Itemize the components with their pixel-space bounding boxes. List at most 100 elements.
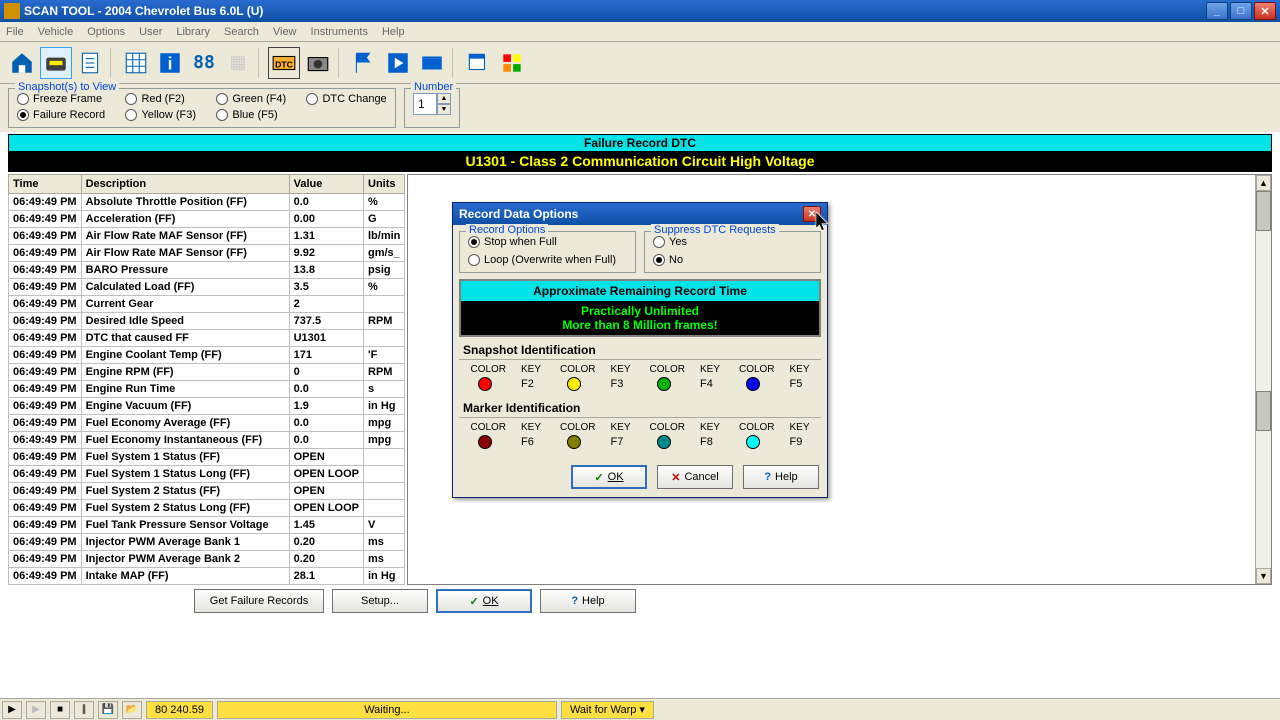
snapshot-radio-3[interactable]: DTC Change [306,93,387,105]
get-failure-records-button[interactable]: Get Failure Records [194,589,324,613]
calendar-icon[interactable]: ▦ [222,47,254,79]
table-row[interactable]: 06:49:49 PMEngine RPM (FF)0RPM [9,364,405,381]
table-row[interactable]: 06:49:49 PMDTC that caused FFU1301 [9,330,405,347]
table-row[interactable]: 06:49:49 PMFuel Economy Instantaneous (F… [9,432,405,449]
scanner-icon[interactable] [40,47,72,79]
scroll-down-icon[interactable]: ▼ [1256,568,1271,584]
spinner-up-icon[interactable]: ▲ [437,93,451,104]
col-description[interactable]: Description [81,175,289,194]
table-row[interactable]: 06:49:49 PMCurrent Gear2 [9,296,405,313]
snapshot-radio-1[interactable]: Red (F2) [125,93,196,105]
dialog-ok-button[interactable]: ✓OK [571,465,647,489]
help-button[interactable]: ?Help [540,589,636,613]
window-icon[interactable] [462,47,494,79]
col-units[interactable]: Units [364,175,405,194]
dialog-title-bar[interactable]: Record Data Options ✕ [453,203,827,225]
radio-suppress-no[interactable]: No [653,254,812,266]
table-row[interactable]: 06:49:49 PMCalculated Load (FF)3.5% [9,279,405,296]
snapshot-radio-5[interactable]: Yellow (F3) [125,109,196,121]
table-row[interactable]: 06:49:49 PMInjector PWM Average Bank 10.… [9,534,405,551]
menu-search[interactable]: Search [224,26,259,38]
number-spinner[interactable]: ▲▼ [413,93,451,115]
colorgrid-icon[interactable] [496,47,528,79]
menu-help[interactable]: Help [382,26,405,38]
spinner-down-icon[interactable]: ▼ [437,104,451,115]
suppress-dtc-group: Suppress DTC Requests Yes No [644,231,821,273]
table-row[interactable]: 06:49:49 PMEngine Vacuum (FF)1.9in Hg [9,398,405,415]
play-icon[interactable] [382,47,414,79]
table-row[interactable]: 06:49:49 PMAcceleration (FF)0.00G [9,211,405,228]
sb-save-icon[interactable]: 💾 [98,701,118,719]
table-row[interactable]: 06:49:49 PMEngine Coolant Temp (FF)171'F [9,347,405,364]
ok-button[interactable]: ✓OK [436,589,532,613]
table-row[interactable]: 06:49:49 PMFuel System 1 Status (FF)OPEN [9,449,405,466]
camera-icon[interactable] [302,47,334,79]
radio-suppress-yes[interactable]: Yes [653,236,812,248]
scroll-up-icon[interactable]: ▲ [1256,175,1271,191]
dtc-title: Failure Record DTC [9,135,1271,151]
snapshot-radio-0[interactable]: Freeze Frame [17,93,105,105]
table-row[interactable]: 06:49:49 PMBARO Pressure13.8psig [9,262,405,279]
radio-stop-when-full[interactable]: Stop when Full [468,236,627,248]
table-row[interactable]: 06:49:49 PMFuel Tank Pressure Sensor Vol… [9,517,405,534]
svg-text:i: i [168,53,173,73]
dialog-cancel-button[interactable]: ✕Cancel [657,465,733,489]
window-title: SCAN TOOL - 2004 Chevrolet Bus 6.0L (U) [24,4,1204,18]
table-row[interactable]: 06:49:49 PMAir Flow Rate MAF Sensor (FF)… [9,245,405,262]
dialog-help-button[interactable]: ?Help [743,465,819,489]
sb-stop-icon[interactable]: ■ [50,701,70,719]
check-icon: ✓ [469,595,478,608]
rec-time-title: Approximate Remaining Record Time [461,281,819,301]
minimize-button[interactable]: _ [1206,2,1228,20]
snapshot-radio-4[interactable]: Failure Record [17,109,105,121]
document-icon[interactable] [74,47,106,79]
display88-icon[interactable]: 88 [188,47,220,79]
table-row[interactable]: 06:49:49 PMInjector PWM Average Bank 20.… [9,551,405,568]
snapshot-radio-2[interactable]: Green (F4) [216,93,286,105]
close-button[interactable]: ✕ [1254,2,1276,20]
film-icon[interactable] [416,47,448,79]
info-icon[interactable]: i [154,47,186,79]
table-row[interactable]: 06:49:49 PMAir Flow Rate MAF Sensor (FF)… [9,228,405,245]
snapshot-radio-6[interactable]: Blue (F5) [216,109,286,121]
home-icon[interactable] [6,47,38,79]
ident-cell: COLORKEYF6 [463,422,549,449]
sb-play-icon[interactable]: ▶ [2,701,22,719]
table-row[interactable]: 06:49:49 PMAbsolute Throttle Position (F… [9,194,405,211]
menu-view[interactable]: View [273,26,297,38]
table-row[interactable]: 06:49:49 PMFuel Economy Average (FF)0.0m… [9,415,405,432]
menu-user[interactable]: User [139,26,162,38]
maximize-button[interactable]: □ [1230,2,1252,20]
menu-instruments[interactable]: Instruments [311,26,368,38]
table-row[interactable]: 06:49:49 PMFuel System 2 Status Long (FF… [9,500,405,517]
menu-options[interactable]: Options [87,26,125,38]
sb-pause-icon[interactable]: ∥ [74,701,94,719]
table-row[interactable]: 06:49:49 PMFuel System 1 Status Long (FF… [9,466,405,483]
menu-library[interactable]: Library [176,26,210,38]
ident-cell: COLORKEYF3 [553,364,639,391]
radio-loop-overwrite[interactable]: Loop (Overwrite when Full) [468,254,627,266]
table-row[interactable]: 06:49:49 PMIntake MAP (FF)28.1in Hg [9,568,405,585]
table-row[interactable]: 06:49:49 PMDesired Idle Speed737.5RPM [9,313,405,330]
flag-icon[interactable] [348,47,380,79]
table-row[interactable]: 06:49:49 PMFuel System 2 Status (FF)OPEN [9,483,405,500]
sb-open-icon[interactable]: 📂 [122,701,142,719]
table-row[interactable]: 06:49:49 PMEngine Run Time0.0s [9,381,405,398]
status-yellow-segment: 80 240.59 [146,701,213,719]
data-table: Time Description Value Units 06:49:49 PM… [8,174,405,585]
grid-icon[interactable] [120,47,152,79]
menu-file[interactable]: File [6,26,24,38]
setup-button[interactable]: Setup... [332,589,428,613]
record-data-options-dialog: Record Data Options ✕ Record Options Sto… [452,202,828,498]
number-input[interactable] [413,93,437,115]
sb-next-icon[interactable]: ▶ [26,701,46,719]
rec-time-line1: Practically Unlimited [461,304,819,318]
vertical-scrollbar[interactable]: ▲ ▼ [1255,175,1271,584]
dtc-icon[interactable]: DTC [268,47,300,79]
status-warp[interactable]: Wait for Warp ▾ [561,701,654,719]
col-time[interactable]: Time [9,175,82,194]
rec-time-line2: More than 8 Million frames! [461,318,819,332]
dialog-close-button[interactable]: ✕ [803,206,821,222]
col-value[interactable]: Value [289,175,363,194]
menu-vehicle[interactable]: Vehicle [38,26,73,38]
